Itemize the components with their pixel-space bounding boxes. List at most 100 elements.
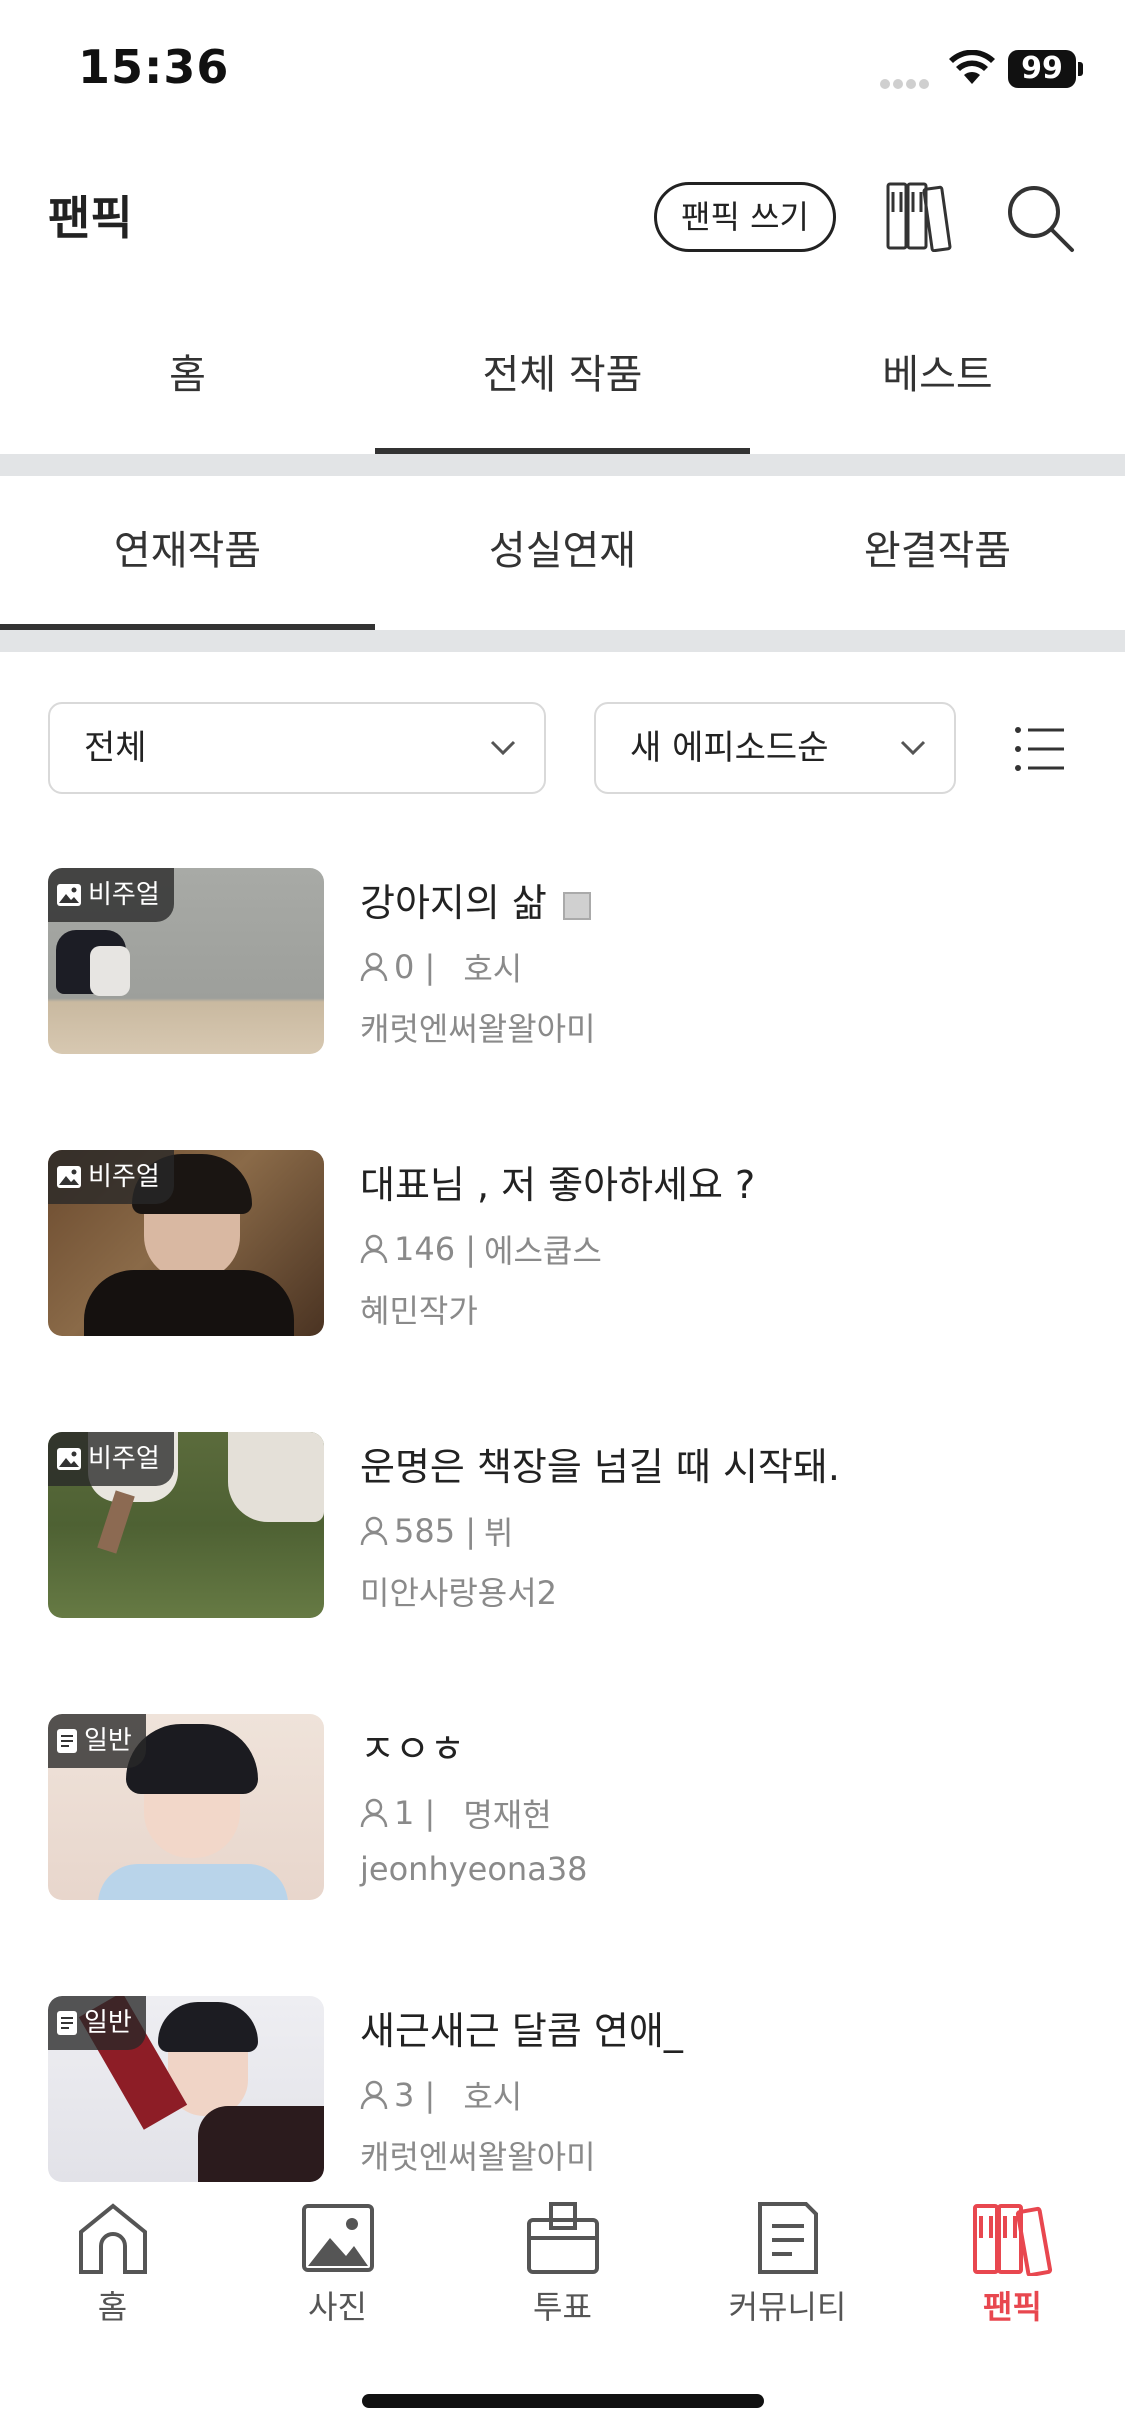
battery-indicator: 99 — [1008, 50, 1076, 88]
nav-label: 사진 — [308, 2288, 367, 2326]
work-meta: 3 | 호시 — [360, 2072, 522, 2118]
work-title: 강아지의 삶 — [360, 872, 591, 927]
work-meta: 146 | 에스쿱스 — [360, 1226, 602, 1272]
top-tabs: 홈 전체 작품 베스트 — [0, 310, 1125, 454]
visual-badge: 비주얼 — [48, 1150, 174, 1204]
community-icon — [757, 2202, 818, 2274]
visual-badge: 비주얼 — [48, 868, 174, 922]
work-meta: 585 | 뷔 — [360, 1508, 513, 1554]
image-icon — [57, 884, 81, 906]
work-author: 미안사랑용서2 — [360, 1574, 557, 1612]
work-meta: 1 | 명재현 — [360, 1790, 552, 1836]
list-item[interactable]: 비주얼 운명은 책장을 넘길 때 시작돼. 585 | 뷔 미안사랑용서2 — [48, 1432, 1078, 1618]
work-title: 새근새근 달콤 연애_ — [360, 2009, 683, 2053]
battery-tip — [1078, 62, 1083, 76]
fanfic-icon — [972, 2204, 1052, 2276]
nav-label: 커뮤니티 — [728, 2288, 847, 2326]
work-thumbnail: 비주얼 — [48, 1150, 324, 1336]
work-genre: 뷔 — [484, 1514, 514, 1552]
app-header: 팬픽 팬픽 쓰기 — [0, 160, 1125, 270]
work-genre: 명재현 — [463, 1796, 552, 1834]
person-icon — [360, 1516, 388, 1546]
tab-best[interactable]: 베스트 — [750, 310, 1125, 454]
work-author: 혜민작가 — [360, 1292, 478, 1330]
badge-label: 비주얼 — [88, 1162, 160, 1192]
reader-count: 585 | — [394, 1512, 477, 1550]
work-genre: 호시 — [463, 950, 523, 988]
list-item[interactable]: 일반 새근새근 달콤 연애_ 3 | 호시 캐럿엔써왈왈아미 — [48, 1996, 1078, 2182]
work-title: ㅈㅇㅎ — [360, 1727, 465, 1771]
work-title-text: 강아지의 삶 — [360, 881, 547, 925]
work-meta: 0 | 호시 — [360, 944, 522, 990]
tab-all-works[interactable]: 전체 작품 — [375, 310, 750, 454]
nav-label: 투표 — [533, 2288, 592, 2326]
document-icon — [57, 2011, 77, 2035]
list-item[interactable]: 비주얼 대표님 , 저 좋아하세요 ? 146 | 에스쿱스 혜민작가 — [48, 1150, 1078, 1336]
reader-count: 1 | — [394, 1794, 436, 1832]
bookshelf-icon[interactable] — [884, 178, 956, 252]
tab-serialized[interactable]: 연재작품 — [0, 476, 375, 630]
person-icon — [360, 2080, 388, 2110]
chevron-down-icon — [490, 740, 516, 756]
tab-divider — [0, 454, 1125, 476]
search-icon[interactable] — [1004, 182, 1076, 254]
badge-label: 비주얼 — [88, 1444, 160, 1474]
home-indicator — [362, 2394, 764, 2408]
image-icon — [57, 1448, 81, 1470]
badge-label: 일반 — [84, 2008, 132, 2038]
reader-count: 3 | — [394, 2076, 436, 2114]
book-icon — [562, 891, 591, 920]
general-badge: 일반 — [48, 1996, 146, 2050]
list-item[interactable]: 비주얼 강아지의 삶 0 | 호시 캐럿엔써왈왈아미 — [48, 868, 1078, 1054]
cellular-signal-icon — [880, 74, 936, 89]
work-thumbnail: 비주얼 — [48, 1432, 324, 1618]
tab-completed[interactable]: 완결작품 — [750, 476, 1125, 630]
person-icon — [360, 952, 388, 982]
subtab-divider — [0, 630, 1125, 652]
list-item[interactable]: 일반 ㅈㅇㅎ 1 | 명재현 jeonhyeona38 — [48, 1714, 1078, 1900]
nav-community[interactable]: 커뮤니티 — [675, 2200, 900, 2350]
work-title: 대표님 , 저 좋아하세요 ? — [360, 1163, 756, 1207]
badge-label: 비주얼 — [88, 880, 160, 910]
badge-label: 일반 — [84, 1726, 132, 1756]
sort-filter-value: 새 에피소드순 — [630, 728, 829, 768]
nav-label: 팬픽 — [983, 2288, 1042, 2326]
category-filter-select[interactable]: 전체 — [48, 702, 546, 794]
nav-vote[interactable]: 투표 — [450, 2200, 675, 2350]
photo-icon — [301, 2204, 374, 2272]
list-view-icon[interactable] — [1014, 724, 1066, 774]
status-bar: 15:36 99 — [0, 0, 1125, 140]
wifi-icon — [949, 50, 995, 84]
tab-home[interactable]: 홈 — [0, 310, 375, 454]
status-time: 15:36 — [78, 40, 230, 94]
work-genre: 에스쿱스 — [484, 1232, 602, 1270]
write-fanfic-button[interactable]: 팬픽 쓰기 — [654, 182, 836, 252]
reader-count: 0 | — [394, 948, 436, 986]
work-title: 운명은 책장을 넘길 때 시작돼. — [360, 1445, 840, 1489]
work-author: 캐럿엔써왈왈아미 — [360, 1010, 596, 1048]
nav-photo[interactable]: 사진 — [225, 2200, 450, 2350]
nav-label: 홈 — [97, 2288, 128, 2326]
image-icon — [57, 1166, 81, 1188]
home-icon — [78, 2203, 147, 2274]
category-filter-value: 전체 — [84, 728, 147, 768]
work-thumbnail: 일반 — [48, 1714, 324, 1900]
sub-tabs: 연재작품 성실연재 완결작품 — [0, 476, 1125, 630]
general-badge: 일반 — [48, 1714, 146, 1768]
reader-count: 146 | — [394, 1230, 477, 1268]
document-icon — [57, 1729, 77, 1753]
work-thumbnail: 비주얼 — [48, 868, 324, 1054]
sort-filter-select[interactable]: 새 에피소드순 — [594, 702, 956, 794]
work-thumbnail: 일반 — [48, 1996, 324, 2182]
vote-icon — [526, 2202, 599, 2274]
work-author: 캐럿엔써왈왈아미 — [360, 2138, 596, 2176]
tab-diligent-serial[interactable]: 성실연재 — [375, 476, 750, 630]
visual-badge: 비주얼 — [48, 1432, 174, 1486]
nav-home[interactable]: 홈 — [0, 2200, 225, 2350]
page-title: 팬픽 — [48, 191, 133, 245]
work-author: jeonhyeona38 — [360, 1850, 588, 1888]
work-genre: 호시 — [463, 2078, 523, 2116]
nav-fanfic[interactable]: 팬픽 — [900, 2200, 1125, 2350]
chevron-down-icon — [900, 740, 926, 756]
person-icon — [360, 1234, 388, 1264]
